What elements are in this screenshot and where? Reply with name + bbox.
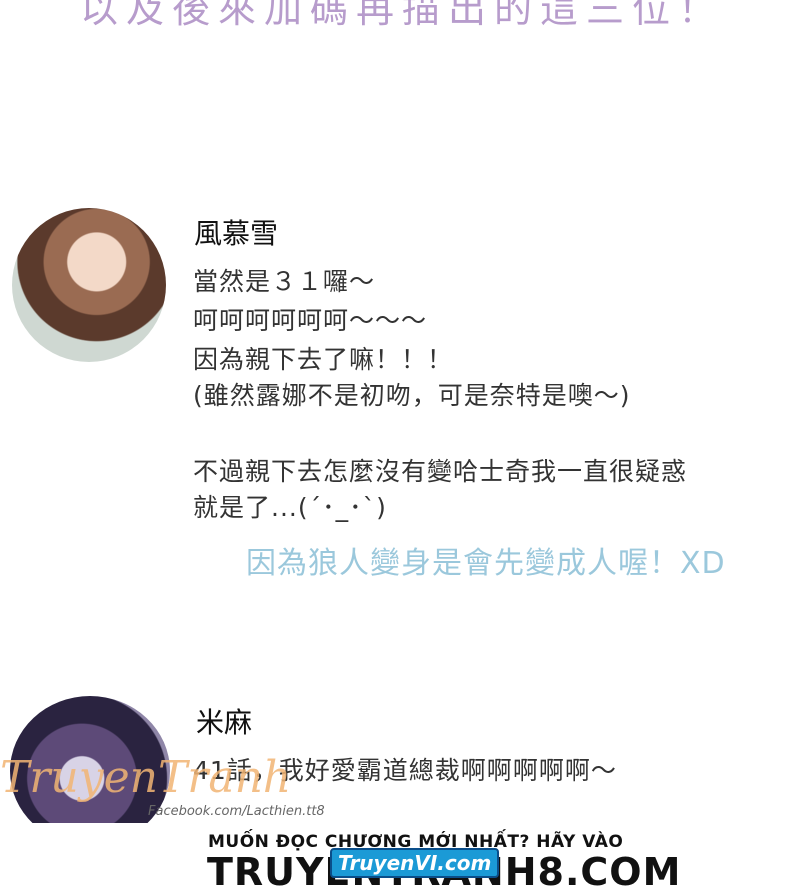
comment-line: 當然是３１囉～ bbox=[193, 267, 376, 296]
comment-line: 呵呵呵呵呵呵～～～ bbox=[193, 306, 428, 335]
commenter-name: 米麻 bbox=[196, 706, 253, 739]
commenter-name: 風慕雪 bbox=[194, 217, 279, 250]
comment-line: (雖然露娜不是初吻，可是奈特是噢～) bbox=[193, 381, 631, 410]
comment-line: 因為親下去了嘛！！！ bbox=[193, 345, 454, 374]
header-partial-text: 以及後來加碼再描出的這三位！ bbox=[80, 0, 725, 31]
watermark-url: Facebook.com/Lacthien.tt8 bbox=[148, 804, 325, 819]
comment-line: 就是了...(´･_･`) bbox=[193, 493, 387, 522]
author-reply: 因為狼人變身是會先變成人喔！XD bbox=[246, 546, 726, 581]
banner-badge: TruyenVI.com bbox=[330, 848, 500, 878]
avatar bbox=[12, 208, 166, 362]
watermark-logo: TruyenTranh bbox=[0, 752, 292, 803]
comment-line: 不過親下去怎麼沒有變哈士奇我一直很疑惑 bbox=[193, 457, 688, 486]
